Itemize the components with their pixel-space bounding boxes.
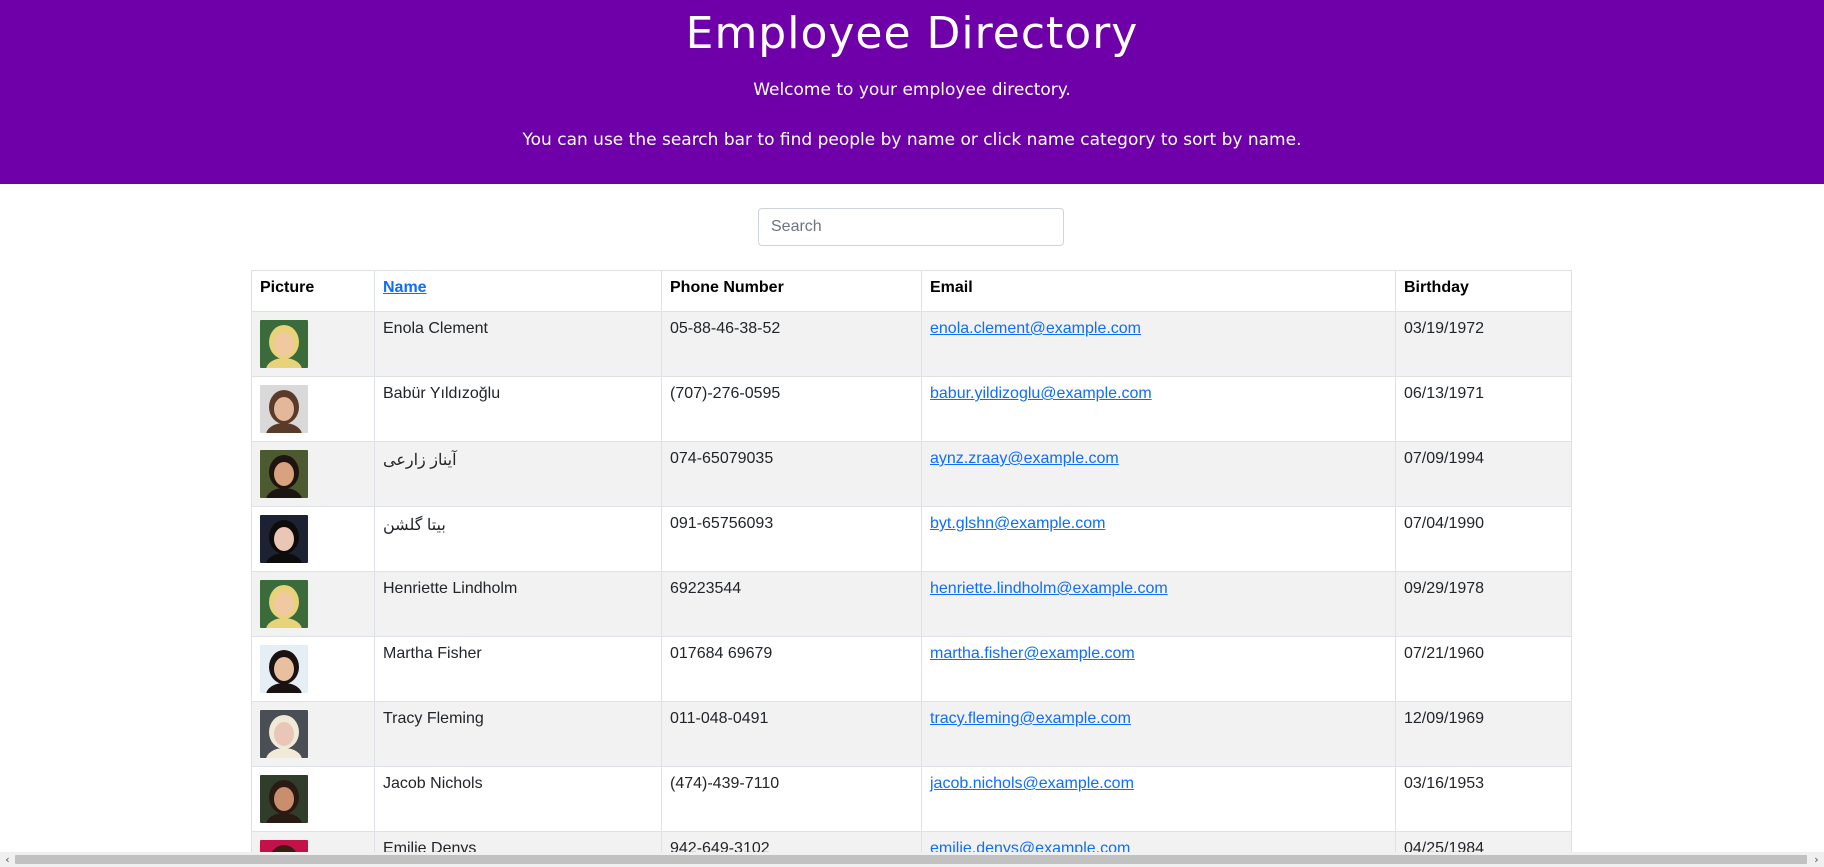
email-link[interactable]: enola.clement@example.com bbox=[930, 320, 1141, 337]
welcome-text: Welcome to your employee directory. bbox=[753, 80, 1071, 100]
birthday-cell: 07/21/1960 bbox=[1395, 636, 1572, 702]
birthday-cell: 07/04/1990 bbox=[1395, 506, 1572, 572]
table-body: Enola Clement 05-88-46-38-52 enola.clement… bbox=[251, 311, 1572, 867]
phone-cell: 074-65079035 bbox=[661, 441, 922, 507]
employee-avatar bbox=[260, 710, 308, 758]
column-header-email: Email bbox=[921, 270, 1396, 312]
email-link[interactable]: byt.glshn@example.com bbox=[930, 515, 1105, 532]
birthday-cell: 09/29/1978 bbox=[1395, 571, 1572, 637]
sort-by-name-link[interactable]: Name bbox=[383, 279, 427, 296]
email-link[interactable]: babur.yildizoglu@example.com bbox=[930, 385, 1152, 402]
name-cell: Enola Clement bbox=[374, 311, 662, 377]
picture-cell bbox=[251, 311, 375, 377]
table-row: Enola Clement 05-88-46-38-52 enola.clement… bbox=[251, 311, 1572, 377]
email-link[interactable]: tracy.fleming@example.com bbox=[930, 710, 1131, 727]
horizontal-scrollbar[interactable]: ‹ › bbox=[0, 852, 1824, 867]
email-link[interactable]: jacob.nichols@example.com bbox=[930, 775, 1134, 792]
name-cell: Martha Fisher bbox=[374, 636, 662, 702]
email-cell: aynz.zraay@example.com bbox=[921, 441, 1396, 507]
scrollbar-thumb[interactable] bbox=[15, 855, 1807, 864]
name-cell: Jacob Nichols bbox=[374, 766, 662, 832]
picture-cell bbox=[251, 376, 375, 442]
table-row: بیتا گلشن 091-65756093 byt.glshn@example.c… bbox=[251, 506, 1572, 572]
employee-avatar bbox=[260, 580, 308, 628]
phone-cell: (474)-439-7110 bbox=[661, 766, 922, 832]
table-row: Henriette Lindholm 69223544 henriette.lind… bbox=[251, 571, 1572, 637]
name-cell: Babür Yıldızoğlu bbox=[374, 376, 662, 442]
search-input[interactable] bbox=[758, 208, 1064, 246]
employee-avatar bbox=[260, 645, 308, 693]
birthday-cell: 12/09/1969 bbox=[1395, 701, 1572, 767]
table-row: آیناز زارعی 074-65079035 aynz.zraay@exampl… bbox=[251, 441, 1572, 507]
phone-cell: 69223544 bbox=[661, 571, 922, 637]
birthday-cell: 06/13/1971 bbox=[1395, 376, 1572, 442]
picture-cell bbox=[251, 506, 375, 572]
email-link[interactable]: henriette.lindholm@example.com bbox=[930, 580, 1168, 597]
column-header-birthday: Birthday bbox=[1395, 270, 1572, 312]
name-cell: آیناز زارعی bbox=[374, 441, 662, 507]
email-cell: enola.clement@example.com bbox=[921, 311, 1396, 377]
page-title: Employee Directory bbox=[685, 8, 1139, 59]
birthday-cell: 03/19/1972 bbox=[1395, 311, 1572, 377]
email-cell: byt.glshn@example.com bbox=[921, 506, 1396, 572]
page: Employee Directory Welcome to your emplo… bbox=[0, 0, 1824, 867]
email-cell: martha.fisher@example.com bbox=[921, 636, 1396, 702]
employee-avatar bbox=[260, 515, 308, 563]
table-row: Babür Yıldızoğlu (707)-276-0595 babur.yild… bbox=[251, 376, 1572, 442]
email-cell: tracy.fleming@example.com bbox=[921, 701, 1396, 767]
picture-cell bbox=[251, 766, 375, 832]
birthday-cell: 07/09/1994 bbox=[1395, 441, 1572, 507]
table-row: Jacob Nichols (474)-439-7110 jacob.nichols… bbox=[251, 766, 1572, 832]
email-link[interactable]: aynz.zraay@example.com bbox=[930, 450, 1119, 467]
name-cell: بیتا گلشن bbox=[374, 506, 662, 572]
name-cell: Tracy Fleming bbox=[374, 701, 662, 767]
picture-cell bbox=[251, 636, 375, 702]
phone-cell: 017684 69679 bbox=[661, 636, 922, 702]
employee-avatar bbox=[260, 450, 308, 498]
column-header-picture: Picture bbox=[251, 270, 375, 312]
picture-cell bbox=[251, 441, 375, 507]
name-cell: Henriette Lindholm bbox=[374, 571, 662, 637]
phone-cell: 011-048-0491 bbox=[661, 701, 922, 767]
employee-avatar bbox=[260, 385, 308, 433]
scroll-right-arrow-icon[interactable]: › bbox=[1809, 852, 1824, 867]
picture-cell bbox=[251, 701, 375, 767]
phone-cell: 091-65756093 bbox=[661, 506, 922, 572]
phone-cell: 05-88-46-38-52 bbox=[661, 311, 922, 377]
column-header-phone: Phone Number bbox=[661, 270, 922, 312]
birthday-cell: 03/16/1953 bbox=[1395, 766, 1572, 832]
scroll-left-arrow-icon[interactable]: ‹ bbox=[0, 852, 15, 867]
employee-avatar bbox=[260, 775, 308, 823]
column-header-name: Name bbox=[374, 270, 662, 312]
email-cell: babur.yildizoglu@example.com bbox=[921, 376, 1396, 442]
email-cell: jacob.nichols@example.com bbox=[921, 766, 1396, 832]
picture-cell bbox=[251, 571, 375, 637]
employee-avatar bbox=[260, 320, 308, 368]
table-row: Martha Fisher 017684 69679 martha.fisher@e… bbox=[251, 636, 1572, 702]
table-header-row: Picture Name Phone Number Email Birthday bbox=[251, 270, 1572, 312]
email-cell: henriette.lindholm@example.com bbox=[921, 571, 1396, 637]
instructions-text: You can use the search bar to find peopl… bbox=[522, 130, 1302, 150]
phone-cell: (707)-276-0595 bbox=[661, 376, 922, 442]
email-link[interactable]: martha.fisher@example.com bbox=[930, 645, 1135, 662]
table-row: Tracy Fleming 011-048-0491 tracy.fleming@e… bbox=[251, 701, 1572, 767]
employee-table: Picture Name Phone Number Email Birthday… bbox=[251, 270, 1572, 867]
page-header: Employee Directory Welcome to your emplo… bbox=[0, 0, 1824, 184]
